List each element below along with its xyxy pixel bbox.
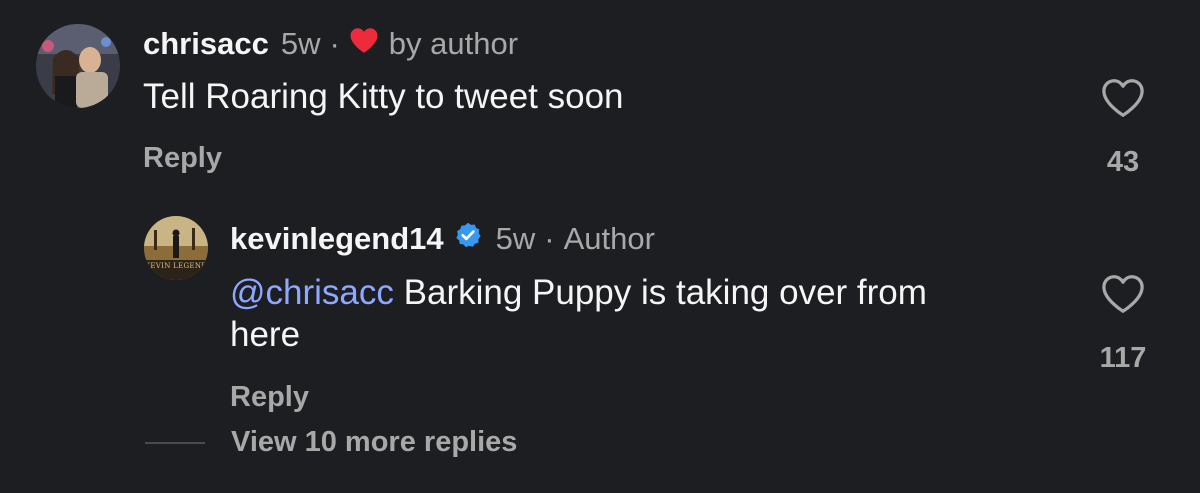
divider-line xyxy=(145,441,205,444)
comment-meta: chrisacc 5w · by author xyxy=(143,26,518,62)
reply-meta: kevinlegend14 5w · Author xyxy=(230,221,655,257)
separator: · xyxy=(544,221,555,256)
comments-panel: chrisacc 5w · by author Tell Roaring Kit… xyxy=(0,0,1200,493)
comment-time: 5w xyxy=(280,26,321,61)
like-heart-icon[interactable] xyxy=(1101,78,1145,123)
reply-button[interactable]: Reply xyxy=(143,142,222,175)
comment-text: Tell Roaring Kitty to tweet soon xyxy=(143,77,624,116)
comment-username[interactable]: chrisacc xyxy=(143,26,269,62)
reply-text: @chrisacc Barking Puppy is taking over f… xyxy=(230,272,1070,356)
separator: · xyxy=(329,26,340,61)
avatar-kevinlegend14[interactable]: KEVIN LEGEND xyxy=(144,216,208,280)
mention-link[interactable]: @chrisacc xyxy=(230,273,394,312)
author-tag: Author xyxy=(563,221,655,256)
like-count: 117 xyxy=(1099,342,1147,374)
liked-by-author-label: by author xyxy=(388,26,519,61)
reply-text-line1: Barking Puppy is taking over from xyxy=(393,273,927,312)
avatar-logo-text: KEVIN LEGEND xyxy=(144,262,208,270)
reply-button[interactable]: Reply xyxy=(230,381,309,414)
reply-time: 5w xyxy=(495,221,536,256)
avatar-chrisacc[interactable] xyxy=(36,24,120,108)
verified-badge-icon xyxy=(454,221,482,257)
like-heart-icon[interactable] xyxy=(1101,274,1145,319)
reply-text-line2: here xyxy=(230,315,301,354)
liked-by-author-heart-icon xyxy=(349,26,379,62)
view-more-replies-button[interactable]: View 10 more replies xyxy=(145,426,517,459)
reply-username[interactable]: kevinlegend14 xyxy=(230,221,444,257)
like-count: 43 xyxy=(1106,146,1140,178)
view-more-replies-label: View 10 more replies xyxy=(231,426,518,458)
